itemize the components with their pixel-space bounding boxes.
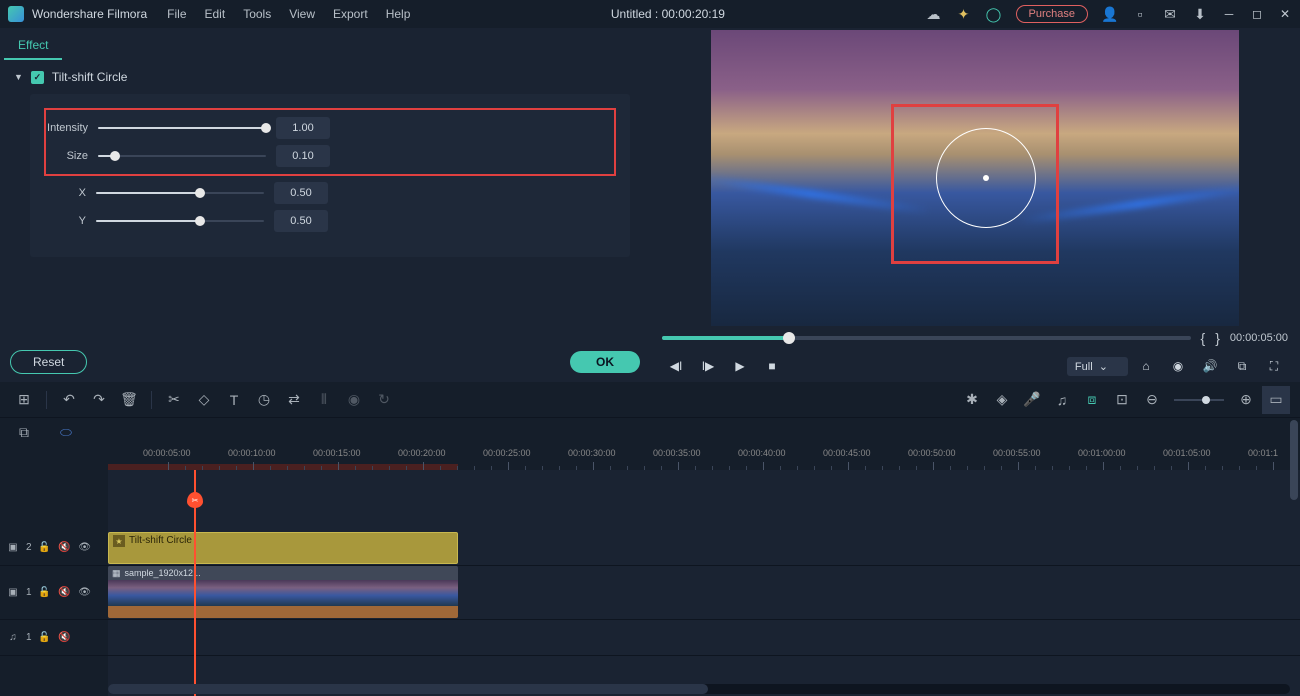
mixer-icon[interactable]: ✱ — [958, 386, 986, 414]
menu-export[interactable]: Export — [333, 7, 368, 21]
star-icon: ★ — [113, 535, 125, 547]
zoom-in-icon[interactable]: ⊕ — [1232, 386, 1260, 414]
pip-icon[interactable]: ⧉ — [1228, 354, 1256, 378]
menu-bar: File Edit Tools View Export Help — [167, 7, 410, 21]
ok-button[interactable]: OK — [570, 351, 640, 373]
close-button[interactable]: ✕ — [1278, 7, 1292, 21]
zoom-out-icon[interactable]: ⊖ — [1138, 386, 1166, 414]
effect-tab[interactable]: Effect — [4, 32, 62, 60]
crop-icon[interactable]: ◇ — [190, 386, 218, 414]
reset-button[interactable]: Reset — [10, 350, 87, 374]
collapse-icon[interactable]: ▼ — [14, 72, 23, 82]
display-icon[interactable]: ⌂ — [1132, 354, 1160, 378]
tilt-shift-center-dot[interactable] — [983, 175, 989, 181]
vertical-scrollbar[interactable] — [1290, 420, 1298, 500]
slider-y[interactable] — [96, 213, 264, 229]
color-icon[interactable]: ◉ — [340, 386, 368, 414]
volume-icon[interactable]: 🔊 — [1196, 354, 1224, 378]
param-label-size: Size — [46, 150, 88, 162]
preview-size-select[interactable]: Full ⌄ — [1067, 357, 1128, 376]
zoom-fit-icon[interactable]: ▭ — [1262, 386, 1290, 414]
preview-time: 00:00:05:00 — [1230, 332, 1288, 344]
avatar-icon[interactable]: 👤 — [1102, 6, 1118, 22]
slider-x[interactable] — [96, 185, 264, 201]
film-icon: ▦ — [112, 568, 121, 579]
undo-icon[interactable]: ↶ — [55, 386, 83, 414]
download-icon[interactable]: ⬇ — [1192, 6, 1208, 22]
effect-params: Intensity 1.00 Size 0.10 X — [30, 94, 630, 257]
preview-progress[interactable] — [662, 336, 1191, 340]
text-icon[interactable]: T — [220, 386, 248, 414]
timeline-scrollbar[interactable] — [108, 684, 1290, 694]
cloud-icon[interactable]: ☁ — [926, 6, 942, 22]
value-intensity[interactable]: 1.00 — [276, 117, 330, 139]
track-manage-icon[interactable]: ⧉ — [10, 418, 38, 446]
render-icon[interactable]: ↻ — [370, 386, 398, 414]
marker-icon[interactable]: ◈ — [988, 386, 1016, 414]
param-label-intensity: Intensity — [46, 122, 88, 134]
next-frame-button[interactable]: I▶ — [694, 354, 722, 378]
zoom-slider[interactable] — [1174, 399, 1224, 401]
snapshot-icon[interactable]: ◉ — [1164, 354, 1192, 378]
purchase-button[interactable]: Purchase — [1016, 5, 1088, 23]
menu-help[interactable]: Help — [386, 7, 411, 21]
document-title: Untitled : 00:00:20:19 — [410, 7, 925, 21]
menu-file[interactable]: File — [167, 7, 186, 21]
value-x[interactable]: 0.50 — [274, 182, 328, 204]
menu-edit[interactable]: Edit — [205, 7, 226, 21]
record-icon[interactable]: 🎤 — [1018, 386, 1046, 414]
value-y[interactable]: 0.50 — [274, 210, 328, 232]
track-header-video[interactable]: ▣1 🔓🔇👁 — [0, 566, 108, 620]
maximize-button[interactable]: ◻ — [1250, 7, 1264, 21]
track-header-audio[interactable]: ♫1 🔓🔇 — [0, 620, 108, 656]
clip-video[interactable]: ▦sample_1920x12... — [108, 566, 458, 618]
auto-ripple-icon[interactable]: ⬭ — [52, 418, 80, 446]
delete-icon[interactable]: 🗑 — [115, 386, 143, 414]
headphones-icon[interactable]: ◯ — [986, 6, 1002, 22]
app-logo — [8, 6, 24, 22]
preview-image[interactable] — [711, 30, 1239, 326]
lightbulb-icon[interactable]: ✦ — [956, 6, 972, 22]
value-size[interactable]: 0.10 — [276, 145, 330, 167]
highlight-annotation: Intensity 1.00 Size 0.10 — [44, 108, 616, 176]
track-header-effect[interactable]: ▣2 🔓🔇👁 — [0, 530, 108, 566]
minimize-button[interactable]: ─ — [1222, 7, 1236, 21]
audio-icon[interactable]: ⫴ — [310, 386, 338, 414]
music-icon[interactable]: ♫ — [1048, 386, 1076, 414]
menu-tools[interactable]: Tools — [243, 7, 271, 21]
preview-window — [650, 28, 1300, 326]
effect-enabled-checkbox[interactable]: ✓ — [31, 71, 44, 84]
slider-intensity[interactable] — [98, 120, 266, 136]
timeline-ruler[interactable]: 00:00:05:0000:00:10:0000:00:15:0000:00:2… — [108, 446, 1300, 470]
adjust-icon[interactable]: ⇄ — [280, 386, 308, 414]
stop-button[interactable]: ■ — [758, 354, 786, 378]
save-icon[interactable]: ▫ — [1132, 6, 1148, 22]
menu-view[interactable]: View — [289, 7, 315, 21]
layout-icon[interactable]: ⊞ — [10, 386, 38, 414]
message-icon[interactable]: ✉ — [1162, 6, 1178, 22]
param-label-y: Y — [44, 215, 86, 227]
slider-size[interactable] — [98, 148, 266, 164]
clip-effect[interactable]: ★ Tilt-shift Circle — [108, 532, 458, 564]
magnet-icon[interactable]: ⧈ — [1078, 386, 1106, 414]
fullscreen-icon[interactable]: ⛶ — [1260, 354, 1288, 378]
scissors-icon: ✂ — [192, 496, 199, 505]
speed-icon[interactable]: ◷ — [250, 386, 278, 414]
effect-name: Tilt-shift Circle — [52, 70, 128, 84]
redo-icon[interactable]: ↷ — [85, 386, 113, 414]
link-icon[interactable]: ⊡ — [1108, 386, 1136, 414]
prev-frame-button[interactable]: ◀I — [662, 354, 690, 378]
split-icon[interactable]: ✂ — [160, 386, 188, 414]
timeline-tracks[interactable]: ★ Tilt-shift Circle ▦sample_1920x12... ✂ — [108, 470, 1300, 696]
mark-in-icon[interactable]: { — [1201, 330, 1206, 346]
param-label-x: X — [44, 187, 86, 199]
app-name: Wondershare Filmora — [32, 7, 147, 21]
mark-out-icon[interactable]: } — [1215, 330, 1220, 346]
play-button[interactable]: ▶ — [726, 354, 754, 378]
